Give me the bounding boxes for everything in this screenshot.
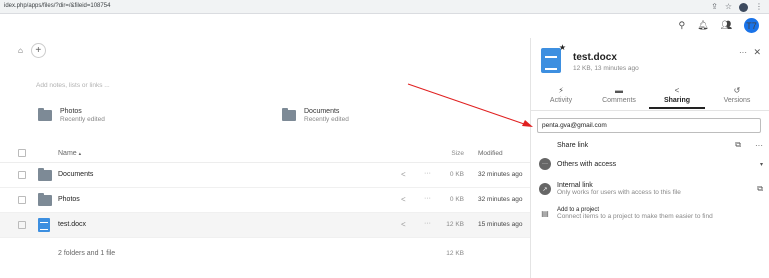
summary-size: 12 KB [446, 250, 464, 257]
share-icon: < [674, 86, 680, 95]
file-modified: 15 minutes ago [478, 221, 523, 228]
notes-placeholder[interactable]: Add notes, lists or links ... [36, 82, 110, 89]
document-icon [38, 218, 50, 232]
sort-ascending-icon: ▴ [78, 151, 82, 157]
more-icon[interactable]: ··· [424, 220, 431, 227]
share-icon[interactable]: < [401, 220, 406, 229]
share-link-label: Share link [557, 141, 589, 149]
breadcrumb: ⌂ + [18, 43, 46, 58]
share-link-row[interactable]: Share link ⧉ ··· [539, 137, 763, 153]
table-header: Name ▴ Size Modified [0, 143, 530, 163]
tab-divider [531, 110, 769, 111]
more-icon[interactable]: ··· [424, 170, 431, 177]
row-checkbox[interactable] [18, 171, 26, 179]
comment-icon: ▬ [615, 86, 623, 95]
table-row[interactable]: Photos < ··· 0 KB 32 minutes ago [0, 188, 530, 213]
others-with-access-row[interactable]: ··· Others with access ▾ [539, 156, 763, 172]
share-icon[interactable]: < [401, 170, 406, 179]
notifications-icon[interactable]: 🔔︎ [697, 20, 708, 31]
app-header: ⚲ 🔔︎ 👥︎ T7 [0, 14, 769, 38]
activity-icon: ⚡︎ [558, 86, 564, 95]
file-name[interactable]: test.docx [58, 221, 86, 228]
internal-link-icon: ↗ [539, 183, 551, 195]
summary-text: 2 folders and 1 file [58, 250, 116, 257]
folder-icon [38, 168, 52, 181]
file-modified: 32 minutes ago [478, 196, 523, 203]
url-text[interactable]: idex.php/apps/files/?dir=/&fileid=108754 [4, 3, 110, 9]
table-row[interactable]: test.docx < ··· 12 KB 15 minutes ago [0, 213, 530, 238]
recent-item-photos[interactable]: Photos Recently edited [38, 108, 105, 123]
panel-title: test.docx [573, 52, 617, 63]
project-sub: Connect items to a project to make them … [557, 212, 713, 220]
recent-item-sub: Recently edited [304, 116, 349, 123]
others-icon: ··· [539, 158, 551, 170]
folder-icon [282, 108, 296, 121]
internal-link-row[interactable]: ↗ Internal link Only works for users wit… [539, 178, 763, 200]
menu-icon[interactable]: ⋮ [755, 2, 763, 12]
tab-label: Comments [602, 97, 636, 104]
file-name[interactable]: Photos [58, 196, 80, 203]
recent-item-name: Documents [304, 108, 340, 115]
project-icon: ▤ [539, 207, 551, 219]
select-all-checkbox[interactable] [18, 149, 26, 157]
contacts-icon[interactable]: 👥︎ [721, 20, 732, 31]
more-icon[interactable]: ··· [424, 195, 431, 202]
avatar-initials: T7 [746, 20, 757, 31]
row-checkbox[interactable] [18, 196, 26, 204]
tab-label: Versions [723, 97, 751, 104]
avatar[interactable]: T7 [744, 18, 759, 33]
file-size: 0 KB [449, 171, 464, 178]
more-icon[interactable]: ··· [739, 48, 747, 57]
file-name[interactable]: Documents [58, 171, 93, 178]
folder-icon [38, 108, 52, 121]
files-view: ⌂ + Add notes, lists or links ... Photos… [0, 38, 530, 278]
column-size[interactable]: Size [451, 150, 464, 157]
table-row[interactable]: Documents < ··· 0 KB 32 minutes ago [0, 163, 530, 188]
history-icon: ↺ [733, 86, 741, 95]
share-icon[interactable]: ⇪ [711, 2, 718, 12]
share-with-input[interactable] [537, 118, 761, 133]
tab-activity[interactable]: ⚡︎ Activity [533, 86, 589, 107]
recent-item-sub: Recently edited [60, 116, 105, 123]
share-icon[interactable]: < [401, 195, 406, 204]
copy-link-icon[interactable]: ⧉ [757, 184, 763, 194]
document-icon: ★ [541, 43, 566, 73]
new-button[interactable]: + [30, 43, 46, 58]
table-summary: 2 folders and 1 file 12 KB [0, 238, 530, 263]
close-icon[interactable]: ✕ [753, 47, 761, 58]
star-icon[interactable]: ☆ [725, 2, 732, 12]
panel-subtitle: 12 KB, 13 minutes ago [573, 65, 639, 72]
recent-item-name: Photos [60, 108, 82, 115]
file-size: 0 KB [449, 196, 464, 203]
column-name[interactable]: Name ▴ [58, 150, 81, 157]
recent-item-documents[interactable]: Documents Recently edited [282, 108, 349, 123]
details-sidebar: ★ test.docx 12 KB, 13 minutes ago ··· ✕ … [530, 38, 769, 278]
file-size: 12 KB [446, 221, 464, 228]
column-name-label: Name [58, 150, 77, 157]
tab-sharing[interactable]: < Sharing [649, 86, 705, 109]
search-icon[interactable]: ⚲ [679, 20, 686, 31]
tab-comments[interactable]: ▬ Comments [591, 86, 647, 107]
folder-icon [38, 193, 52, 206]
internal-link-sub: Only works for users with access to this… [557, 189, 681, 196]
internal-link-label: Internal link [557, 182, 593, 189]
more-icon[interactable]: ··· [755, 141, 763, 150]
tab-label: Activity [549, 97, 573, 104]
copy-link-icon[interactable]: ⧉ [735, 140, 741, 150]
favorite-star-icon[interactable]: ★ [559, 43, 566, 52]
home-icon[interactable]: ⌂ [18, 46, 23, 55]
row-checkbox[interactable] [18, 221, 26, 229]
file-modified: 32 minutes ago [478, 171, 523, 178]
chevron-down-icon[interactable]: ▾ [760, 161, 763, 168]
others-label: Others with access [557, 160, 617, 168]
browser-address-bar: idex.php/apps/files/?dir=/&fileid=108754… [0, 0, 769, 14]
extension-icon[interactable] [739, 2, 748, 12]
link-avatar [539, 139, 551, 151]
add-to-project-row[interactable]: ▤ Add to a project Connect items to a pr… [539, 202, 763, 224]
tab-label: Sharing [649, 97, 705, 109]
column-modified[interactable]: Modified [478, 150, 503, 157]
tab-versions[interactable]: ↺ Versions [709, 86, 765, 107]
